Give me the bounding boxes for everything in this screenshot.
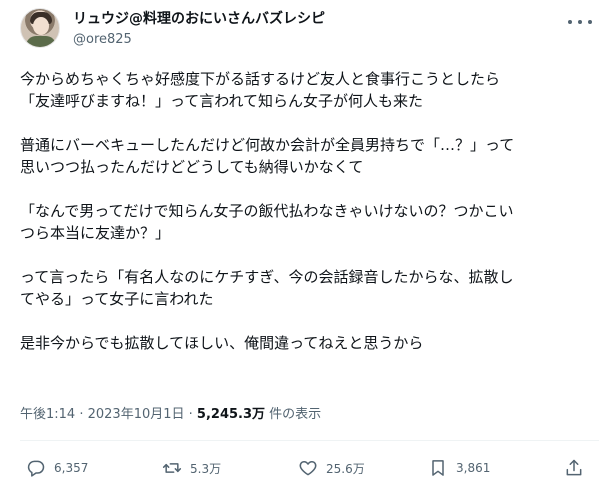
avatar[interactable] [20, 8, 60, 48]
reply-count: 6,357 [54, 461, 89, 475]
repost-count: 5.3万 [190, 461, 222, 476]
tweet-paragraph: って言ったら「有名人なのにケチすぎ、今の会話録音したからな、拡散し てやる」って… [20, 268, 514, 308]
more-dot [568, 20, 572, 24]
repost-button[interactable]: 5.3万 [162, 458, 221, 478]
repost-icon [162, 463, 182, 473]
heart-icon [299, 461, 317, 476]
author-handle[interactable]: @ore825 [73, 31, 325, 49]
bookmark-button[interactable]: 3,861 [428, 458, 490, 478]
views-label: 件の表示 [265, 407, 322, 422]
meta-separator: · [184, 407, 197, 422]
tweet-meta: 午後1:14 · 2023年10月1日 · 5,245.3万 件の表示 [20, 406, 321, 424]
like-count: 25.6万 [326, 461, 365, 476]
meta-separator: · [75, 407, 88, 422]
views-count: 5,245.3万 [196, 407, 266, 422]
reply-button[interactable]: 6,357 [26, 458, 88, 478]
like-button[interactable]: 25.6万 [298, 458, 365, 478]
bookmark-count: 3,861 [456, 461, 491, 475]
more-dot [578, 20, 582, 24]
author-display-name[interactable]: リュウジ@料理のおにいさんバズレシピ [73, 10, 325, 28]
tweet-date[interactable]: 2023年10月1日 [88, 407, 185, 422]
author-names: リュウジ@料理のおにいさんバズレシピ @ore825 [73, 10, 325, 49]
share-icon [566, 459, 582, 476]
tweet-paragraph: 「なんで男ってだけで知らん女子の飯代払わなきゃいけないの？つかこい つら本当に友… [20, 202, 514, 242]
share-button[interactable] [564, 458, 592, 478]
tweet-paragraph: 普通にバーベキューしたんだけど何故か会計が全員男持ちで「…？」って 思いつつ払っ… [20, 136, 515, 176]
tweet-paragraph: 是非今からでも拡散してほしい、俺間違ってねえと思うから [20, 334, 424, 352]
tweet-header: リュウジ@料理のおにいさんバズレシピ @ore825 [20, 8, 598, 52]
avatar-body [26, 36, 56, 47]
reply-icon [27, 460, 45, 477]
bookmark-icon [432, 460, 444, 476]
avatar-face [33, 17, 49, 35]
divider [20, 440, 599, 441]
action-bar: 6,357 5.3万 25.6万 3,861 [26, 458, 586, 482]
more-options-icon[interactable] [568, 14, 592, 30]
tweet-text: 今からめちゃくちゃ好感度下がる話するけど友人と食事行こうとしたら 「友達呼びます… [20, 68, 595, 354]
tweet-paragraph: 今からめちゃくちゃ好感度下がる話するけど友人と食事行こうとしたら 「友達呼びます… [20, 70, 501, 110]
tweet-time[interactable]: 午後1:14 [20, 407, 75, 422]
more-dot [588, 20, 592, 24]
